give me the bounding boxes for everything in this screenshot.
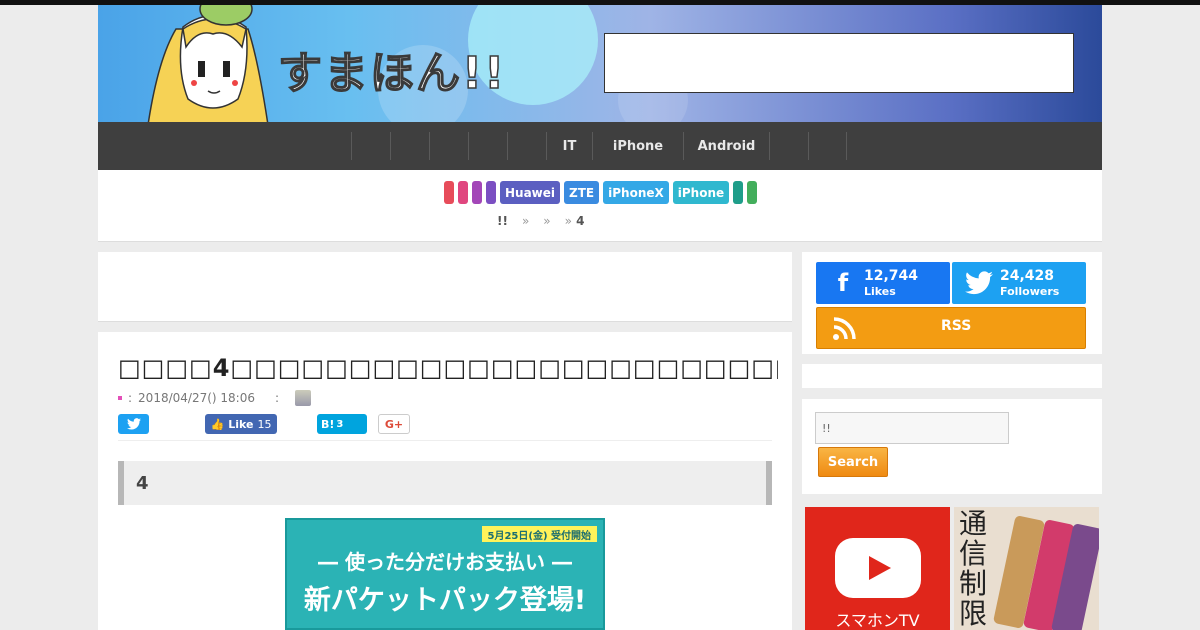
hatena-bookmark-button[interactable]: B! 3 — [317, 414, 367, 434]
article-title: □□□□4□□□□□□□□□□□□□□□□□□□□□□□□□□□□□□□□□□□… — [118, 354, 778, 382]
facebook-icon: f — [837, 269, 849, 297]
tag-chip[interactable]: iPhoneX — [603, 181, 669, 204]
article-meta: : 2018/04/27() 18:06 : — [118, 390, 312, 406]
nav-item[interactable] — [390, 132, 429, 160]
nav-item-iphone[interactable]: iPhone — [592, 132, 683, 160]
breadcrumb-separator: » — [521, 214, 530, 228]
nav-item[interactable] — [351, 132, 390, 160]
nav-item[interactable] — [507, 132, 546, 160]
section-heading: 4 — [118, 461, 772, 505]
nav-item[interactable] — [468, 132, 507, 160]
nav-item[interactable] — [808, 132, 847, 160]
nav-item-android[interactable]: Android — [683, 132, 769, 160]
breadcrumb-current: » 4 — [564, 214, 585, 228]
youtube-play-icon — [835, 538, 921, 598]
twitter-icon — [126, 418, 141, 430]
sidebar-widget — [802, 364, 1102, 388]
nav-item[interactable] — [769, 132, 808, 160]
youtube-channel-banner[interactable]: スマホンTV — [805, 507, 950, 630]
meta-prefix: : — [128, 391, 133, 405]
hatena-icon: B! — [321, 417, 335, 431]
tag-chip[interactable] — [458, 181, 468, 204]
share-bar: 👍 Like 15 B! 3 G+ — [118, 414, 410, 434]
author-separator: : — [274, 391, 280, 405]
tag-chip[interactable]: iPhone — [672, 181, 730, 204]
nav-item-it[interactable]: IT — [546, 132, 592, 160]
search-input[interactable] — [815, 412, 1009, 444]
facebook-count: 12,744 — [864, 268, 919, 284]
tag-chip[interactable] — [472, 181, 482, 204]
facebook-label: Likes — [864, 285, 896, 298]
article: □□□□4□□□□□□□□□□□□□□□□□□□□□□□□□□□□□□□□□□□… — [98, 332, 792, 630]
tag-list: Huawei ZTE iPhoneX iPhone — [444, 181, 758, 204]
breadcrumb: !! » » » 4 — [497, 214, 585, 228]
nav-item[interactable] — [429, 132, 468, 160]
tag-chip[interactable] — [747, 181, 758, 204]
search-widget: Search — [802, 399, 1102, 494]
tag-chip[interactable] — [486, 181, 496, 204]
rss-button[interactable]: RSS — [816, 307, 1086, 349]
twitter-count: 24,428 — [1000, 268, 1055, 284]
twitter-share-button[interactable] — [118, 414, 149, 434]
tag-chip[interactable] — [733, 181, 744, 204]
divider — [118, 440, 772, 441]
banner-line1: ― 使った分だけお支払い ― — [318, 550, 572, 574]
tag-chip[interactable] — [444, 181, 454, 204]
search-button[interactable]: Search — [818, 447, 888, 477]
banner-badge: 5月25日(金) 受付開始 — [481, 526, 597, 542]
facebook-follow-button[interactable]: f 12,744 Likes — [816, 262, 950, 304]
site-header: すまほん!! — [98, 5, 1102, 122]
promo-banner[interactable]: 5月25日(金) 受付開始 ― 使った分だけお支払い ― 新パケットパック登場! — [285, 518, 605, 630]
rss-label: RSS — [941, 318, 972, 334]
main-nav: IT iPhone Android — [98, 122, 1102, 170]
tsushin-seigen-banner[interactable]: 通信制限 — [954, 507, 1099, 630]
youtube-label: スマホンTV — [835, 611, 920, 630]
breadcrumb-separator: » — [543, 214, 551, 228]
rss-icon — [829, 315, 859, 343]
tag-panel: Huawei ZTE iPhoneX iPhone !! » » » 4 — [98, 170, 1102, 242]
banner-line2: 新パケットパック登場! — [303, 585, 587, 616]
post-date: 2018/04/27() 18:06 — [138, 391, 255, 405]
header-ad-slot[interactable] — [604, 33, 1074, 93]
social-follow-widget: f 12,744 Likes 24,428 Followers RSS — [802, 252, 1102, 354]
tag-chip[interactable]: ZTE — [564, 181, 600, 204]
tsushin-text: 通信制限 — [958, 507, 987, 630]
site-logo[interactable]: すまほん!! — [277, 37, 506, 101]
google-plus-share-button[interactable]: G+ — [378, 414, 410, 434]
author-avatar[interactable] — [295, 390, 312, 406]
breadcrumb-home[interactable]: !! — [497, 214, 508, 228]
twitter-label: Followers — [1000, 285, 1060, 298]
meta-bullet-icon — [118, 396, 122, 400]
twitter-follow-button[interactable]: 24,428 Followers — [952, 262, 1086, 304]
facebook-like-button[interactable]: 👍 Like 15 — [205, 414, 277, 434]
thumbs-up-icon: 👍 — [210, 417, 225, 431]
anime-girl-mascot-icon[interactable] — [138, 5, 288, 122]
tag-chip[interactable]: Huawei — [500, 181, 561, 204]
twitter-icon — [964, 269, 994, 297]
top-ad-slot[interactable] — [98, 252, 792, 322]
